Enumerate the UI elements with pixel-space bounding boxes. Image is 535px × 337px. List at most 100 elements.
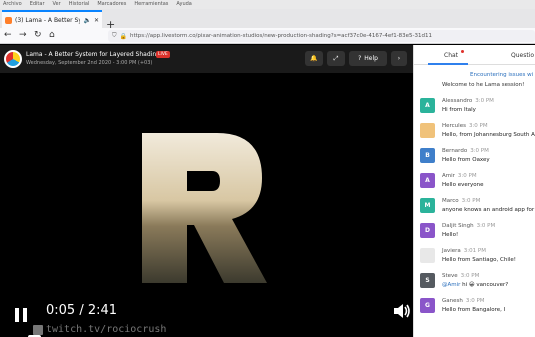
message-time: 3:01 PM bbox=[463, 248, 486, 254]
active-tab-underline bbox=[428, 63, 468, 65]
chat-tabs: Chat Questio bbox=[414, 45, 535, 65]
os-menu-bar: Archivo Editar Ver Historial Marcadores … bbox=[0, 0, 535, 9]
avatar[interactable]: S bbox=[420, 273, 435, 288]
time-display: 0:05 / 2:41 bbox=[46, 303, 117, 318]
video-player[interactable]: 0:05 / 2:41 twitch.tv/rociocrush bbox=[0, 73, 413, 337]
author-name: Javiera bbox=[442, 248, 461, 254]
tab-favicon-icon bbox=[5, 16, 12, 24]
expand-icon: ⤢ bbox=[333, 54, 339, 62]
url-text[interactable]: https://app.livestorm.co/pixar-animation… bbox=[130, 33, 432, 39]
tab-questions[interactable]: Questio bbox=[511, 52, 534, 59]
bell-icon: 🔔 bbox=[310, 55, 318, 62]
browser-tab[interactable]: (3) Lama - A Better System 🔈 ✕ bbox=[2, 10, 102, 28]
message-body: hi 😀 vancouver? bbox=[460, 282, 509, 288]
volume-icon[interactable] bbox=[393, 303, 411, 319]
watermark: twitch.tv/rociocrush bbox=[46, 324, 167, 335]
message-author: Daljit Singh 3:0 PM bbox=[442, 223, 495, 229]
help-button[interactable]: ? Help bbox=[349, 51, 387, 66]
close-icon[interactable]: ✕ bbox=[94, 17, 99, 24]
author-name: Daljit Singh bbox=[442, 223, 474, 229]
message-text: Hello from Bangalore, I bbox=[442, 307, 505, 313]
avatar[interactable] bbox=[420, 123, 435, 138]
message-text: Hi from Italy bbox=[442, 107, 476, 113]
chat-panel: Chat Questio Encountering issues wi Welc… bbox=[413, 45, 535, 337]
avatar[interactable] bbox=[420, 248, 435, 263]
avatar[interactable]: B bbox=[420, 148, 435, 163]
message-time: 3:0 PM bbox=[465, 298, 485, 304]
menu-ver[interactable]: Ver bbox=[53, 0, 61, 9]
message-time: 3:0 PM bbox=[470, 148, 489, 154]
message-body: Hello from Santiago, Chile! bbox=[442, 257, 516, 263]
avatar[interactable]: M bbox=[420, 198, 435, 213]
message-body: Hi from Italy bbox=[442, 107, 476, 113]
help-icon: ? bbox=[358, 55, 362, 62]
tab-title: (3) Lama - A Better System bbox=[15, 16, 81, 24]
reload-icon[interactable]: ↻ bbox=[34, 30, 42, 41]
speaker-icon[interactable]: 🔈 bbox=[83, 17, 90, 24]
home-icon[interactable]: ⌂ bbox=[49, 30, 55, 41]
menu-archivo[interactable]: Archivo bbox=[3, 0, 22, 9]
message-time: 3:0 PM bbox=[468, 123, 488, 129]
menu-ayuda[interactable]: Ayuda bbox=[176, 0, 191, 9]
message-body: anyone knows an android app for bbox=[442, 207, 535, 213]
message-author: Steve 3:0 PM bbox=[442, 273, 479, 279]
url-bar[interactable]: ⛉ 🔒 https://app.livestorm.co/pixar-anima… bbox=[108, 30, 535, 42]
message-body: Hello from Oaxey bbox=[442, 157, 490, 163]
message-body: Hello everyone bbox=[442, 182, 484, 188]
shield-icon[interactable]: ⛉ bbox=[112, 32, 117, 40]
tab-chat[interactable]: Chat bbox=[444, 52, 458, 59]
navigation-bar: ← → ↻ ⌂ ⛉ 🔒 https://app.livestorm.co/pix… bbox=[0, 28, 535, 44]
avatar[interactable]: D bbox=[420, 223, 435, 238]
live-badge: LIVE bbox=[156, 51, 170, 58]
message-body: Hello from Bangalore, I bbox=[442, 307, 506, 313]
pause-icon[interactable] bbox=[14, 308, 28, 322]
back-icon[interactable]: ← bbox=[4, 30, 12, 41]
avatar[interactable]: A bbox=[420, 173, 435, 188]
author-name: Bernardo bbox=[442, 148, 468, 154]
chat-message: D Daljit Singh 3:0 PM Hello! bbox=[414, 221, 535, 245]
lock-icon[interactable]: 🔒 bbox=[120, 33, 127, 40]
message-text: Hello, from Johannesburg South A bbox=[442, 132, 535, 138]
message-time: 3:0 PM bbox=[475, 98, 494, 104]
menu-historial[interactable]: Historial bbox=[69, 0, 90, 9]
message-text: @Amir hi 😀 vancouver? bbox=[442, 282, 508, 288]
chat-message: A Alessandro 3:0 PM Hi from Italy bbox=[414, 96, 535, 120]
message-author: Hercules 3:0 PM bbox=[442, 123, 488, 129]
message-text: Hello from Santiago, Chile! bbox=[442, 257, 516, 263]
fullscreen-button[interactable]: ⤢ bbox=[327, 51, 345, 66]
notifications-button[interactable]: 🔔 bbox=[305, 51, 323, 66]
forward-icon[interactable]: → bbox=[19, 30, 27, 41]
unread-dot bbox=[461, 50, 464, 53]
time-total: 2:41 bbox=[87, 303, 118, 318]
expand-chat-button[interactable]: › bbox=[391, 51, 407, 66]
message-author: Marco 3:0 PM bbox=[442, 198, 480, 204]
chat-message: Hercules 3:0 PM Hello, from Johannesburg S… bbox=[414, 121, 535, 145]
message-body: Hello! bbox=[442, 232, 459, 238]
event-date: Wednesday, September 2nd 2020 - 3:00 PM … bbox=[26, 60, 153, 66]
message-time: 3:0 PM bbox=[461, 198, 481, 204]
author-name: Hercules bbox=[442, 123, 466, 129]
message-author: Amir 3:0 PM bbox=[442, 173, 477, 179]
chat-message: A Amir 3:0 PM Hello everyone bbox=[414, 171, 535, 195]
avatar[interactable]: G bbox=[420, 298, 435, 313]
mention-link[interactable]: @Amir bbox=[442, 282, 460, 288]
message-author: Alessandro 3:0 PM bbox=[442, 98, 494, 104]
issues-notice[interactable]: Encountering issues wi bbox=[470, 72, 533, 78]
chat-message: B Bernardo 3:0 PM Hello from Oaxey bbox=[414, 146, 535, 170]
message-body: Hello, from Johannesburg South A bbox=[442, 132, 535, 138]
chevron-right-icon: › bbox=[397, 55, 401, 62]
author-name: Steve bbox=[442, 273, 458, 279]
avatar[interactable]: A bbox=[420, 98, 435, 113]
message-time: 3:0 PM bbox=[476, 223, 496, 229]
menu-herramientas[interactable]: Herramientas bbox=[134, 0, 168, 9]
message-author: Javiera 3:01 PM bbox=[442, 248, 486, 254]
author-name: Alessandro bbox=[442, 98, 473, 104]
time-current: 0:05 bbox=[46, 303, 76, 318]
twitch-icon bbox=[33, 325, 43, 335]
event-header: Lama - A Better System for Layered Shadi… bbox=[0, 45, 413, 73]
menu-marcadores[interactable]: Marcadores bbox=[97, 0, 126, 9]
tab-strip: (3) Lama - A Better System 🔈 ✕ + bbox=[0, 9, 535, 31]
menu-editar[interactable]: Editar bbox=[30, 0, 45, 9]
author-name: Marco bbox=[442, 198, 459, 204]
chat-message: S Steve 3:0 PM @Amir hi 😀 vancouver? bbox=[414, 271, 535, 295]
